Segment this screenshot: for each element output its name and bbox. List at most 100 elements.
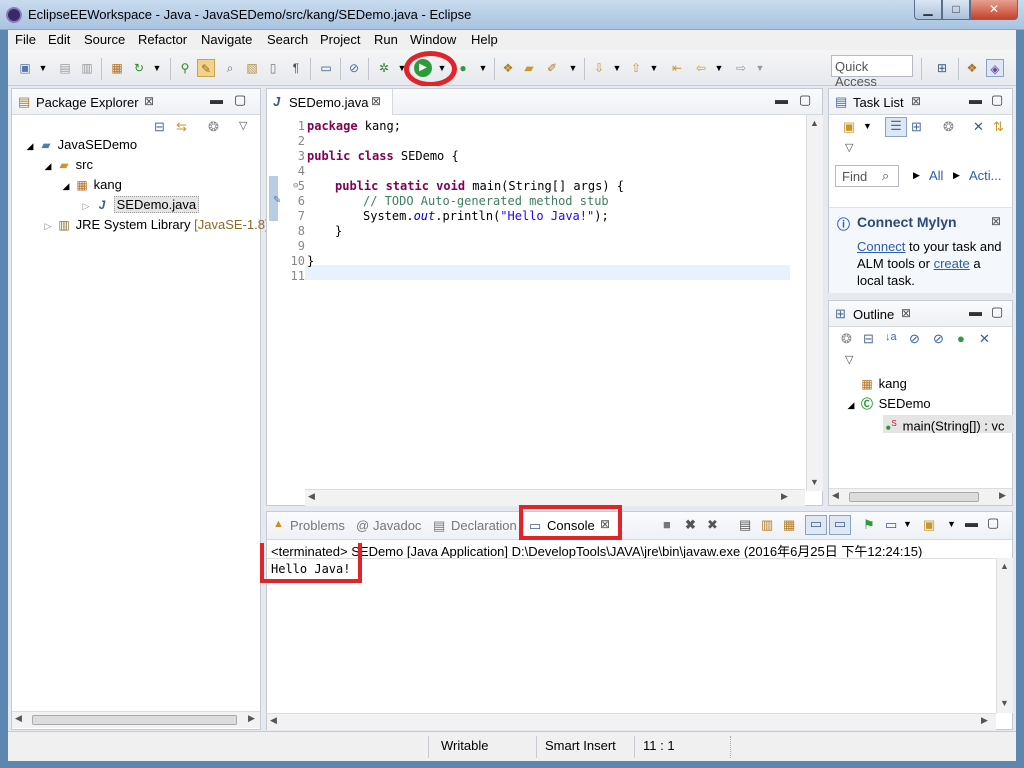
editor-horizontal-scrollbar[interactable]: ◀ ▶ [305,489,805,506]
refresh-dropdown-icon[interactable]: ▼ [148,59,166,77]
maximize-view-icon[interactable]: ▢ [991,304,1003,320]
open-console-icon[interactable]: ▣ [923,517,935,533]
hide-local-types-icon[interactable]: ✕ [979,331,990,347]
minimize-button[interactable]: ▁ [914,0,942,20]
outline-method[interactable]: ●S main(String[]) : vc [883,415,1013,433]
collapse-all-icon[interactable]: ✕ [973,119,984,135]
java-ee-perspective-icon[interactable]: ❖ [963,59,981,77]
close-window-button[interactable]: ✕ [970,0,1018,20]
collapse-all-icon[interactable]: ⊟ [154,119,165,135]
minimize-view-icon[interactable]: ▬ [965,515,978,530]
connect-link[interactable]: Connect [857,239,905,254]
console-view-icon[interactable]: ▭ [317,59,335,77]
create-link[interactable]: create [934,256,970,271]
menu-navigate[interactable]: Navigate [201,32,252,47]
coverage-dropdown-icon[interactable]: ▼ [474,59,492,77]
outline-tab[interactable]: Outline [853,307,894,322]
external-tools-icon[interactable]: ✐ [543,59,561,77]
tab-declaration[interactable]: Declaration [451,518,517,533]
new-dropdown-icon[interactable]: ▼ [34,59,52,77]
scroll-lock-icon[interactable]: ▥ [761,517,773,533]
display-console-dropdown-icon[interactable]: ▼ [903,519,912,529]
last-edit-location-icon[interactable]: ⇤ [668,59,686,77]
hide-completed-icon[interactable]: ❂ [943,119,954,135]
maximize-view-icon[interactable]: ▢ [799,92,811,108]
previous-annotation-icon[interactable]: ⇧ [627,59,645,77]
task-list-tab[interactable]: Task List [853,95,904,110]
menu-refactor[interactable]: Refactor [138,32,187,47]
minimize-view-icon[interactable]: ▬ [969,304,982,319]
open-perspective-icon[interactable]: ⊞ [933,59,951,77]
previous-annotation-dropdown-icon[interactable]: ▼ [645,59,663,77]
console-output-area[interactable]: Hello Java! [267,558,996,713]
hide-fields-icon[interactable]: ⊘ [909,331,920,347]
new-icon[interactable]: ▣ [16,59,34,77]
view-menu-icon[interactable]: ▽ [845,141,853,154]
view-menu-icon[interactable]: ▽ [845,353,853,366]
close-icon[interactable]: ⊠ [371,94,381,108]
back-icon[interactable]: ⇦ [692,59,710,77]
editor-tab-sedemo[interactable]: SEDemo.java [289,95,368,110]
open-type-icon[interactable]: ⚲ [176,59,194,77]
horizontal-scrollbar[interactable]: ◀ ▶ [12,711,260,728]
remove-launch-icon[interactable]: ✖ [685,517,696,533]
close-icon[interactable]: ⊠ [144,94,154,108]
task-find-input[interactable]: Find ⌕ [835,165,899,187]
new-task-dropdown-icon[interactable]: ▼ [863,121,872,131]
menu-file[interactable]: File [15,32,36,47]
activate-task-link[interactable]: Acti... [969,168,1002,183]
display-console-icon[interactable]: ▭ [885,517,897,533]
external-tools-dropdown-icon[interactable]: ▼ [564,59,582,77]
annotation-icon[interactable]: ▧ [243,59,261,77]
skip-breakpoints-icon[interactable]: ⊘ [345,59,363,77]
maximize-view-icon[interactable]: ▢ [987,515,999,531]
quick-access-input[interactable]: Quick Access [831,55,913,89]
tab-javadoc[interactable]: Javadoc [373,518,421,533]
console-vertical-scrollbar[interactable]: ▲ ▼ [996,558,1013,713]
pilcrow-icon[interactable]: ¶ [287,59,305,77]
focus-icon[interactable]: ❂ [841,331,852,347]
menu-help[interactable]: Help [471,32,498,47]
tree-java-file[interactable]: ▷ J SEDemo.java [78,196,200,214]
new-java-project-icon[interactable]: ❖ [499,59,517,77]
sort-icon[interactable]: ↓a [885,331,897,343]
maximize-view-icon[interactable]: ▢ [991,92,1003,108]
categorized-icon[interactable]: ☰ [885,117,907,137]
outline-horizontal-scrollbar[interactable]: ◀ ▶ [829,488,1012,505]
link-with-editor-icon[interactable]: ⇆ [176,119,187,135]
minimize-view-icon[interactable]: ▬ [775,92,788,107]
close-icon[interactable]: ⊠ [901,306,911,320]
open-console-dropdown-icon[interactable]: ▼ [947,519,956,529]
back-dropdown-icon[interactable]: ▼ [710,59,728,77]
menu-source[interactable]: Source [84,32,125,47]
menu-edit[interactable]: Edit [48,32,70,47]
maximize-button[interactable]: □ [942,0,970,20]
all-tasks-link[interactable]: All [929,168,943,183]
menu-run[interactable]: Run [374,32,398,47]
package-explorer-tab[interactable]: Package Explorer [36,95,139,110]
focus-on-task-icon[interactable]: ❂ [208,119,219,135]
tree-package[interactable]: ◢ ▦ kang [58,176,122,194]
show-whitespace-icon[interactable]: ▯ [264,59,282,77]
console-horizontal-scrollbar[interactable]: ◀ ▶ [267,713,996,730]
collapse-all-icon[interactable]: ⊟ [863,331,874,347]
open-folder-icon[interactable]: ▰ [520,59,538,77]
menu-search[interactable]: Search [267,32,308,47]
hide-non-public-icon[interactable]: ● [957,331,965,346]
forward-icon[interactable]: ⇨ [732,59,750,77]
tree-project[interactable]: ◢ ▰ JavaSEDemo [22,136,138,154]
forward-dropdown-icon[interactable]: ▼ [751,59,769,77]
next-annotation-dropdown-icon[interactable]: ▼ [608,59,626,77]
tree-jre-library[interactable]: ▷ ▥ JRE System Library [JavaSE-1.8] [40,216,269,234]
tab-problems[interactable]: Problems [290,518,345,533]
close-icon[interactable]: ⊠ [991,214,1001,228]
code-area[interactable]: 1 package kang; 2 3 public class SEDemo { … [275,119,795,339]
toggle-mark-occurrences-icon[interactable]: ✎ [197,59,215,77]
scheduled-icon[interactable]: ⊞ [911,119,922,135]
word-wrap-icon[interactable]: ▦ [783,517,795,533]
view-menu-icon[interactable]: ▽ [239,119,247,132]
save-all-icon[interactable]: ▥ [78,59,96,77]
editor-vertical-scrollbar[interactable]: ▲ ▼ [806,115,823,491]
pin-console-icon[interactable]: ⚑ [863,517,875,533]
clear-console-icon[interactable]: ▤ [739,517,751,533]
